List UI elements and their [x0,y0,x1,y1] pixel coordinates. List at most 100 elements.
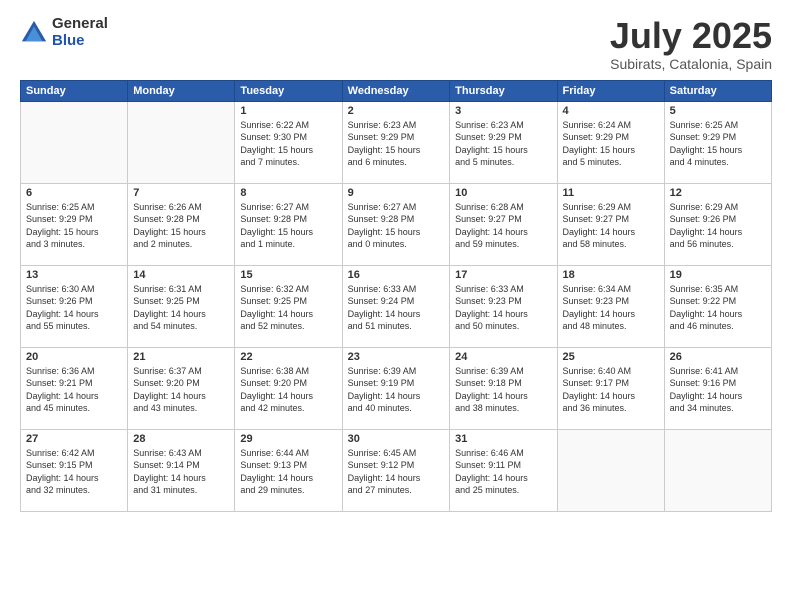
table-row: 10 Sunrise: 6:28 AM Sunset: 9:27 PM Dayli… [450,183,557,265]
table-row [664,429,771,511]
table-row: 9Sunrise: 6:27 AM Sunset: 9:28 PM Daylig… [342,183,450,265]
table-row: 15 Sunrise: 6:32 AM Sunset: 9:25 PM Dayli… [235,265,342,347]
table-row: 26 Sunrise: 6:41 AM Sunset: 9:16 PM Dayli… [664,347,771,429]
day-info: Sunrise: 6:23 AM Sunset: 9:29 PM Dayligh… [348,119,445,169]
table-row: 4 Sunrise: 6:24 AM Sunset: 9:29 PM Daylig… [557,101,664,183]
day-number: 4 [563,105,659,117]
day-info: Sunrise: 6:40 AM Sunset: 9:17 PM Dayligh… [563,365,659,415]
day-info: Sunrise: 6:26 AM Sunset: 9:28 PM Dayligh… [133,201,229,251]
day-number: 9 [348,187,445,199]
table-row: 28 Sunrise: 6:43 AM Sunset: 9:14 PM Dayli… [128,429,235,511]
day-info: Sunrise: 6:30 AM Sunset: 9:26 PM Dayligh… [26,283,122,333]
day-number: 24 [455,351,551,363]
day-number: 30 [348,433,445,445]
day-number: 26 [670,351,766,363]
day-number: 1 [240,105,336,117]
day-number: 13 [26,269,122,281]
table-row: 13 Sunrise: 6:30 AM Sunset: 9:26 PM Dayli… [21,265,128,347]
day-number: 8 [240,187,336,199]
title-block: July 2025 Subirats, Catalonia, Spain [610,16,772,72]
table-row: 1 Sunrise: 6:22 AM Sunset: 9:30 PM Daylig… [235,101,342,183]
calendar-week-row: 20Sunrise: 6:36 AM Sunset: 9:21 PM Dayli… [21,347,772,429]
day-number: 27 [26,433,122,445]
logo-icon [20,19,48,47]
day-number: 14 [133,269,229,281]
day-info: Sunrise: 6:35 AM Sunset: 9:22 PM Dayligh… [670,283,766,333]
table-row: 11 Sunrise: 6:29 AM Sunset: 9:27 PM Dayli… [557,183,664,265]
day-number: 11 [563,187,659,199]
table-row: 16 Sunrise: 6:33 AM Sunset: 9:24 PM Dayli… [342,265,450,347]
day-info: Sunrise: 6:46 AM Sunset: 9:11 PM Dayligh… [455,447,551,497]
day-info: Sunrise: 6:28 AM Sunset: 9:27 PM Dayligh… [455,201,551,251]
header-monday: Monday [128,80,235,101]
header-thursday: Thursday [450,80,557,101]
table-row: 29 Sunrise: 6:44 AM Sunset: 9:13 PM Dayli… [235,429,342,511]
day-number: 19 [670,269,766,281]
table-row: 20Sunrise: 6:36 AM Sunset: 9:21 PM Dayli… [21,347,128,429]
table-row [21,101,128,183]
day-number: 15 [240,269,336,281]
day-info: Sunrise: 6:29 AM Sunset: 9:27 PM Dayligh… [563,201,659,251]
day-info: Sunrise: 6:33 AM Sunset: 9:24 PM Dayligh… [348,283,445,333]
day-info: Sunrise: 6:32 AM Sunset: 9:25 PM Dayligh… [240,283,336,333]
day-info: Sunrise: 6:38 AM Sunset: 9:20 PM Dayligh… [240,365,336,415]
subtitle: Subirats, Catalonia, Spain [610,56,772,72]
day-number: 31 [455,433,551,445]
day-info: Sunrise: 6:27 AM Sunset: 9:28 PM Dayligh… [240,201,336,251]
day-info: Sunrise: 6:24 AM Sunset: 9:29 PM Dayligh… [563,119,659,169]
calendar-week-row: 27 Sunrise: 6:42 AM Sunset: 9:15 PM Dayli… [21,429,772,511]
table-row: 14Sunrise: 6:31 AM Sunset: 9:25 PM Dayli… [128,265,235,347]
logo-general-text: General [52,16,108,33]
header: General Blue July 2025 Subirats, Catalon… [20,16,772,72]
day-info: Sunrise: 6:25 AM Sunset: 9:29 PM Dayligh… [26,201,122,251]
day-info: Sunrise: 6:42 AM Sunset: 9:15 PM Dayligh… [26,447,122,497]
day-number: 28 [133,433,229,445]
table-row: 17 Sunrise: 6:33 AM Sunset: 9:23 PM Dayli… [450,265,557,347]
calendar-header-row: Sunday Monday Tuesday Wednesday Thursday… [21,80,772,101]
day-number: 17 [455,269,551,281]
table-row: 12Sunrise: 6:29 AM Sunset: 9:26 PM Dayli… [664,183,771,265]
calendar-week-row: 6 Sunrise: 6:25 AM Sunset: 9:29 PM Daylig… [21,183,772,265]
day-info: Sunrise: 6:41 AM Sunset: 9:16 PM Dayligh… [670,365,766,415]
calendar-week-row: 1 Sunrise: 6:22 AM Sunset: 9:30 PM Daylig… [21,101,772,183]
day-number: 25 [563,351,659,363]
table-row [557,429,664,511]
day-number: 10 [455,187,551,199]
header-wednesday: Wednesday [342,80,450,101]
table-row: 8 Sunrise: 6:27 AM Sunset: 9:28 PM Daylig… [235,183,342,265]
day-info: Sunrise: 6:37 AM Sunset: 9:20 PM Dayligh… [133,365,229,415]
table-row: 5 Sunrise: 6:25 AM Sunset: 9:29 PM Daylig… [664,101,771,183]
header-saturday: Saturday [664,80,771,101]
header-friday: Friday [557,80,664,101]
day-info: Sunrise: 6:44 AM Sunset: 9:13 PM Dayligh… [240,447,336,497]
header-sunday: Sunday [21,80,128,101]
table-row: 30 Sunrise: 6:45 AM Sunset: 9:12 PM Dayli… [342,429,450,511]
day-info: Sunrise: 6:22 AM Sunset: 9:30 PM Dayligh… [240,119,336,169]
day-number: 7 [133,187,229,199]
day-info: Sunrise: 6:45 AM Sunset: 9:12 PM Dayligh… [348,447,445,497]
calendar-week-row: 13 Sunrise: 6:30 AM Sunset: 9:26 PM Dayli… [21,265,772,347]
day-number: 6 [26,187,122,199]
day-number: 18 [563,269,659,281]
calendar-table: Sunday Monday Tuesday Wednesday Thursday… [20,80,772,512]
day-info: Sunrise: 6:23 AM Sunset: 9:29 PM Dayligh… [455,119,551,169]
table-row: 2 Sunrise: 6:23 AM Sunset: 9:29 PM Daylig… [342,101,450,183]
day-info: Sunrise: 6:29 AM Sunset: 9:26 PM Dayligh… [670,201,766,251]
day-info: Sunrise: 6:25 AM Sunset: 9:29 PM Dayligh… [670,119,766,169]
table-row: 24Sunrise: 6:39 AM Sunset: 9:18 PM Dayli… [450,347,557,429]
day-number: 2 [348,105,445,117]
day-info: Sunrise: 6:33 AM Sunset: 9:23 PM Dayligh… [455,283,551,333]
table-row: 22Sunrise: 6:38 AM Sunset: 9:20 PM Dayli… [235,347,342,429]
table-row: 19 Sunrise: 6:35 AM Sunset: 9:22 PM Dayli… [664,265,771,347]
day-number: 21 [133,351,229,363]
table-row: 31 Sunrise: 6:46 AM Sunset: 9:11 PM Dayli… [450,429,557,511]
day-number: 16 [348,269,445,281]
day-info: Sunrise: 6:43 AM Sunset: 9:14 PM Dayligh… [133,447,229,497]
day-number: 23 [348,351,445,363]
table-row: 27 Sunrise: 6:42 AM Sunset: 9:15 PM Dayli… [21,429,128,511]
table-row [128,101,235,183]
table-row: 18Sunrise: 6:34 AM Sunset: 9:23 PM Dayli… [557,265,664,347]
day-number: 29 [240,433,336,445]
table-row: 7 Sunrise: 6:26 AM Sunset: 9:28 PM Daylig… [128,183,235,265]
day-number: 5 [670,105,766,117]
